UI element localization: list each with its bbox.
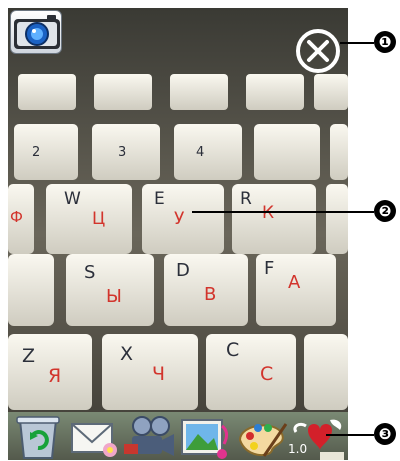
- key-legend: F: [264, 258, 274, 279]
- camera-button[interactable]: [10, 10, 62, 54]
- key-legend: R: [240, 189, 252, 209]
- camera-viewfinder: 2 3 4 Ф W Ц E У R К S Ы D В F А Z Я X Ч …: [8, 8, 348, 460]
- key-legend: У: [174, 209, 185, 229]
- mail-envelope-icon[interactable]: [66, 414, 122, 460]
- video-camera-icon[interactable]: [122, 414, 178, 460]
- key-legend: 4: [196, 145, 204, 160]
- close-icon[interactable]: [294, 27, 342, 75]
- key-legend: E: [154, 189, 165, 209]
- key-legend: Я: [48, 365, 61, 387]
- key-legend: W: [64, 189, 81, 209]
- bottom-toolbar: 1.0: [8, 412, 348, 460]
- key-legend: Z: [22, 345, 35, 367]
- key-legend: C: [226, 339, 239, 361]
- callout-1: ❶: [374, 31, 396, 53]
- key-legend: К: [262, 203, 274, 223]
- key-legend: С: [260, 363, 273, 385]
- key-legend: Ч: [152, 363, 165, 385]
- key-legend: А: [288, 272, 301, 293]
- key-legend: Ц: [92, 209, 105, 229]
- partial-status-text: 1.0: [288, 442, 308, 456]
- recycle-icon[interactable]: [10, 414, 66, 460]
- callout-3: ❸: [374, 423, 396, 445]
- key-legend: D: [176, 260, 190, 281]
- key-legend: X: [120, 343, 133, 365]
- callout-2: ❷: [374, 200, 396, 222]
- key-legend: S: [84, 262, 95, 283]
- paint-palette-icon[interactable]: [234, 414, 290, 460]
- callout-line: [326, 434, 374, 436]
- callout-line: [192, 211, 374, 213]
- keyboard-photo: 2 3 4 Ф W Ц E У R К S Ы D В F А Z Я X Ч …: [8, 8, 348, 460]
- callout-line: [340, 42, 374, 44]
- camera-icon: [14, 15, 60, 49]
- key-legend: 3: [118, 145, 126, 160]
- key-legend: 2: [32, 145, 40, 160]
- key-legend: Ы: [106, 286, 122, 307]
- key-legend: В: [204, 284, 216, 305]
- picture-frame-icon[interactable]: [178, 414, 234, 460]
- key-legend: Ф: [10, 208, 23, 226]
